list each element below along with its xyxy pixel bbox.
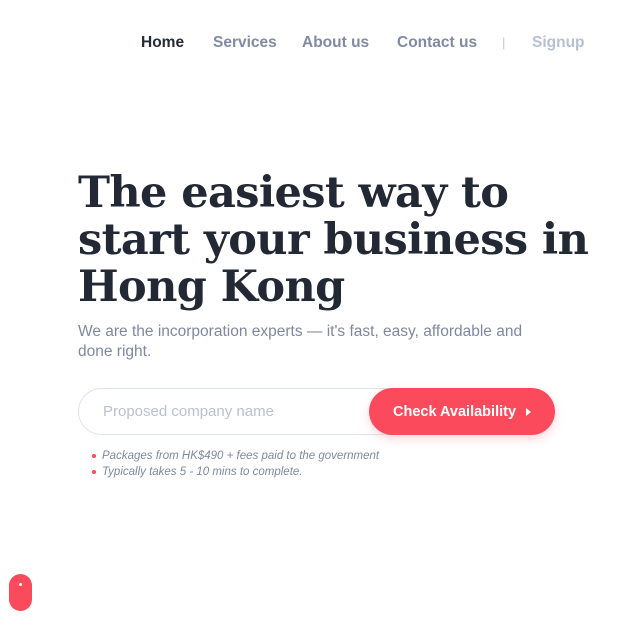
- company-name-form: Check Availability: [78, 388, 555, 435]
- hero-title-line: The easiest way to: [78, 168, 509, 218]
- hero-title-line: start your business in: [78, 215, 589, 265]
- hero-subtitle: We are the incorporation experts — it's …: [78, 323, 523, 360]
- list-item: Typically takes 5 - 10 mins to complete.: [92, 464, 379, 480]
- check-availability-button[interactable]: Check Availability: [369, 388, 555, 435]
- info-notes: Packages from HK$490 + fees paid to the …: [92, 448, 379, 480]
- nav-about-link[interactable]: About us: [302, 33, 369, 53]
- top-nav: Home Services About us Contact us | Sign…: [0, 33, 625, 55]
- bullet-dot-icon: [92, 454, 96, 458]
- nav-services-link[interactable]: Services: [213, 33, 277, 53]
- hero-title-line: Hong Kong: [78, 262, 345, 312]
- note-text: Packages from HK$490 + fees paid to the …: [102, 450, 380, 462]
- chat-launcher-icon: [19, 583, 22, 586]
- nav-separator: |: [502, 35, 506, 50]
- note-text: Typically takes 5 - 10 mins to complete.: [102, 466, 303, 478]
- bullet-dot-icon: [92, 470, 96, 474]
- check-availability-label: Check Availability: [392, 403, 517, 420]
- hero-title: The easiest way to start your business i…: [78, 170, 598, 311]
- caret-right-icon: [526, 407, 532, 416]
- nav-signup-link[interactable]: Signup: [532, 33, 585, 53]
- nav-contact-link[interactable]: Contact us: [397, 33, 477, 53]
- company-name-input[interactable]: [78, 388, 408, 435]
- chat-launcher-button[interactable]: [9, 574, 32, 611]
- list-item: Packages from HK$490 + fees paid to the …: [92, 448, 379, 464]
- nav-home-link[interactable]: Home: [141, 33, 184, 53]
